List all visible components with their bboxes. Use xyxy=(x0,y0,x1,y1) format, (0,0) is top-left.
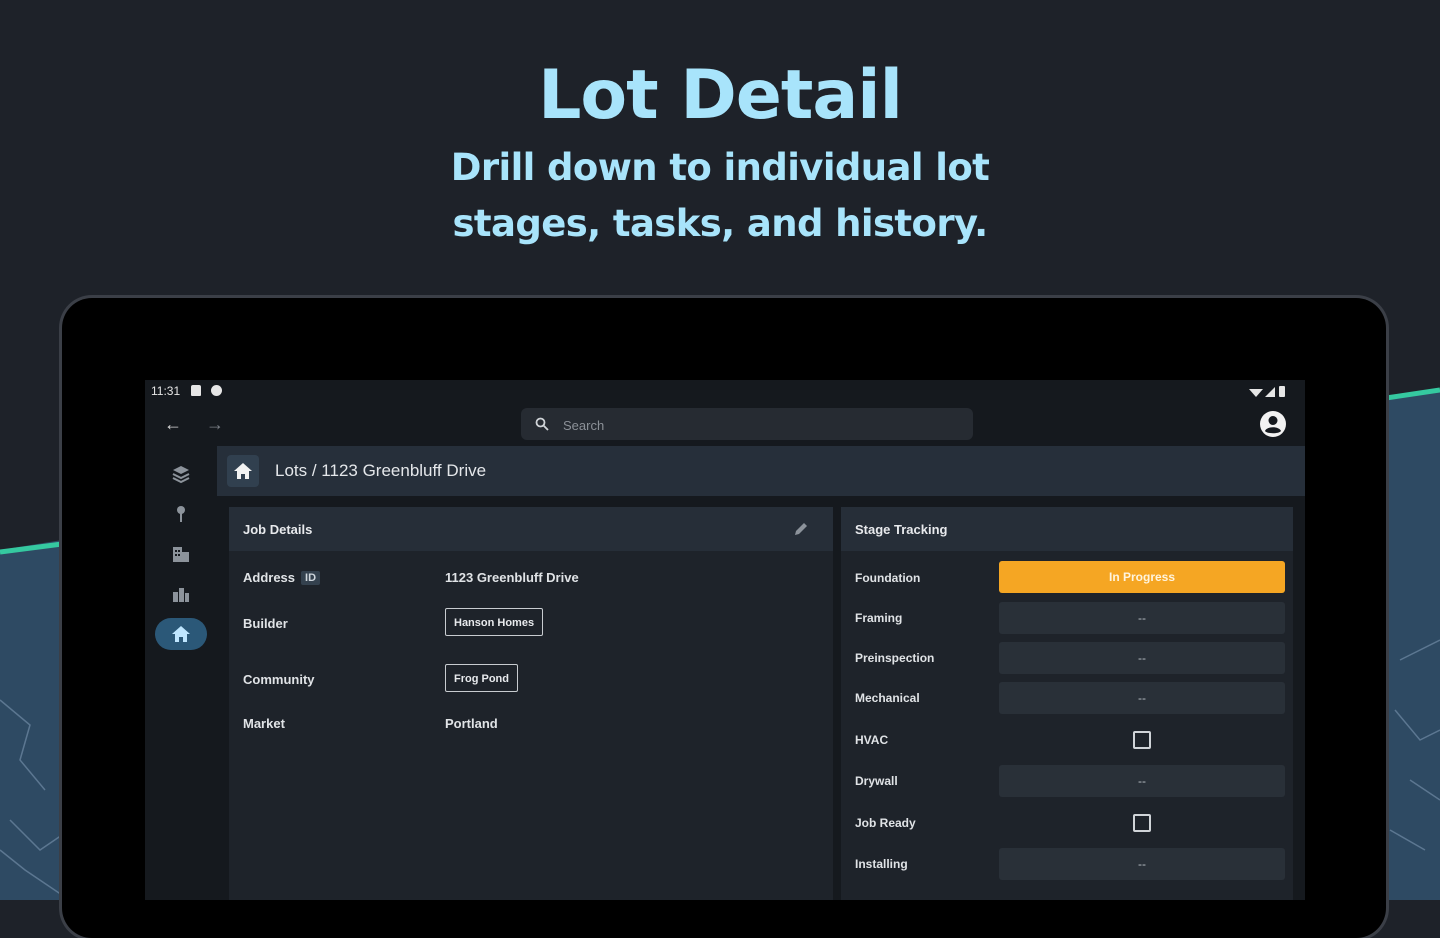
layers-icon xyxy=(172,466,190,484)
market-value: Portland xyxy=(445,716,498,731)
home-icon xyxy=(234,463,252,479)
stage-tracking-title: Stage Tracking xyxy=(855,522,948,537)
rail-item-home[interactable] xyxy=(155,618,207,650)
nav-rail xyxy=(145,448,217,900)
back-button[interactable]: ← xyxy=(161,412,185,436)
stage-status-framing[interactable]: -- xyxy=(999,602,1285,634)
top-toolbar: ← → xyxy=(145,402,1305,448)
pin-icon xyxy=(177,506,185,522)
search-icon xyxy=(535,417,549,431)
builder-label: Builder xyxy=(243,616,288,631)
stage-status-drywall[interactable]: -- xyxy=(999,765,1285,797)
stage-label-drywall: Drywall xyxy=(855,774,898,788)
stage-label-framing: Framing xyxy=(855,611,903,625)
stage-label-foundation: Foundation xyxy=(855,571,921,585)
account-icon[interactable] xyxy=(1259,410,1287,438)
breadcrumb: Lots / 1123 Greenbluff Drive xyxy=(217,446,1305,496)
home-icon xyxy=(172,626,190,642)
lock-icon xyxy=(191,385,201,396)
hero-title: Lot Detail xyxy=(538,56,903,135)
rail-item-pin[interactable] xyxy=(155,498,207,530)
status-time: 11:31 xyxy=(151,384,181,398)
stage-label-mechanical: Mechanical xyxy=(855,691,920,705)
stage-status-mechanical[interactable]: -- xyxy=(999,682,1285,714)
rail-item-city[interactable] xyxy=(155,578,207,610)
edit-icon[interactable] xyxy=(793,521,809,537)
rail-item-buildings[interactable] xyxy=(155,538,207,570)
breadcrumb-path: Lots / 1123 Greenbluff Drive xyxy=(275,461,487,480)
status-bar: 11:31 xyxy=(145,380,1305,402)
stage-label-hvac: HVAC xyxy=(855,733,889,747)
community-label: Community xyxy=(243,672,315,687)
stage-label-job-ready: Job Ready xyxy=(855,816,916,830)
stage-tracking-panel: Stage Tracking Foundation In Progress Fr… xyxy=(841,507,1293,900)
id-badge[interactable]: ID xyxy=(301,571,321,585)
address-value: 1123 Greenbluff Drive xyxy=(445,570,579,585)
job-details-panel: Job Details Address ID 1123 Greenbluff Dr… xyxy=(229,507,833,900)
stage-tracking-header: Stage Tracking xyxy=(841,507,1293,551)
app-screen: 11:31 ← → Search Lots / 1123 Greenbluff … xyxy=(145,380,1305,900)
rail-item-layers[interactable] xyxy=(155,458,207,490)
buildings-icon xyxy=(173,547,189,562)
stage-status-installing[interactable]: -- xyxy=(999,848,1285,880)
address-label: Address ID xyxy=(243,570,321,585)
stage-status-foundation[interactable]: In Progress xyxy=(999,561,1285,593)
stage-status-preinspection[interactable]: -- xyxy=(999,642,1285,674)
market-label: Market xyxy=(243,716,285,731)
stage-checkbox-hvac[interactable] xyxy=(1133,731,1151,749)
search-input[interactable] xyxy=(561,414,945,436)
search-bar[interactable] xyxy=(521,408,973,440)
stage-checkbox-job-ready[interactable] xyxy=(1133,814,1151,832)
signal-battery-icons xyxy=(1249,386,1285,397)
settings-icon xyxy=(211,385,222,396)
forward-button[interactable]: → xyxy=(203,412,227,436)
builder-chip[interactable]: Hanson Homes xyxy=(445,608,544,636)
stage-label-installing: Installing xyxy=(855,857,908,871)
stage-label-preinspection: Preinspection xyxy=(855,651,935,665)
city-icon xyxy=(173,588,189,602)
hero-subtitle: Drill down to individual lot stages, tas… xyxy=(450,146,990,245)
community-chip[interactable]: Frog Pond xyxy=(445,664,518,692)
job-details-header: Job Details xyxy=(229,507,833,551)
job-details-title: Job Details xyxy=(243,522,313,537)
breadcrumb-home-button[interactable] xyxy=(227,455,259,487)
